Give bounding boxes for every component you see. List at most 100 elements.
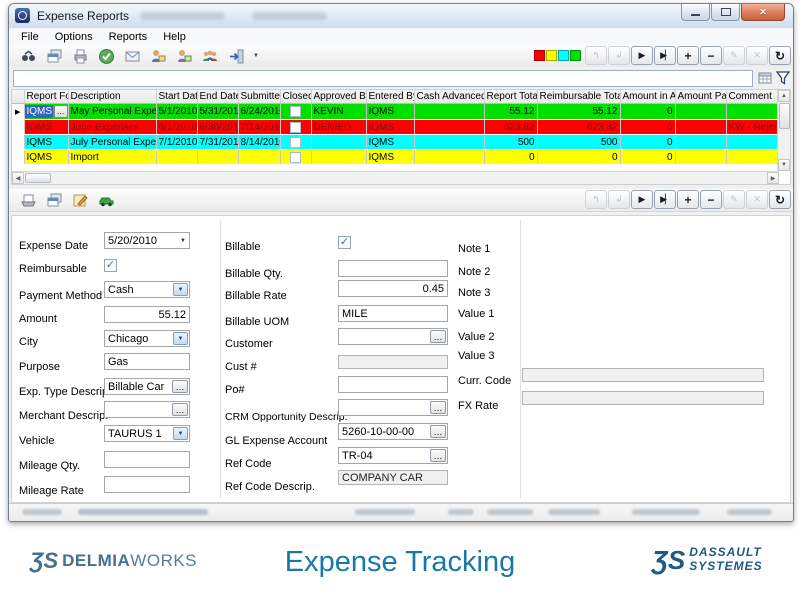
col-end-date[interactable]: End Date [197,90,238,104]
scroll-up-button[interactable]: ▲ [778,90,790,102]
print-button[interactable] [71,47,89,65]
col-reimbursable-total[interactable]: Reimbursable Total [537,90,620,104]
nav-cancel-button[interactable]: ✕ [746,190,768,209]
cash-advance-button[interactable] [175,47,193,65]
table-row[interactable]: IQMS Import IQMS 0 0 0 [12,150,778,165]
billable-qty-field[interactable] [338,260,448,277]
col-report-total[interactable]: Report Total [484,90,537,104]
grid-view-icon[interactable] [758,70,772,85]
col-closed[interactable]: Closed [280,90,311,104]
menu-file[interactable]: File [13,31,47,43]
reimbursable-checkbox[interactable]: ✓ [104,259,117,272]
col-entered-by[interactable]: Entered By [366,90,414,104]
email-button[interactable] [123,47,141,65]
nav-refresh-button[interactable]: ↻ [769,46,791,65]
nav-next-button[interactable]: ▶ [631,190,653,209]
minimize-button[interactable] [681,4,710,21]
exp-type-descrip-field[interactable]: Billable Car… [104,378,190,395]
scroll-right-button[interactable]: ▶ [767,172,779,184]
combo-dropdown-button[interactable]: ▼ [173,427,188,440]
city-combo[interactable]: Chicago▼ [104,330,190,347]
nav-delete-button[interactable]: − [700,46,722,65]
col-approved-by[interactable]: Approved By [311,90,366,104]
nav-cancel-button[interactable]: ✕ [746,46,768,65]
menu-reports[interactable]: Reports [101,31,156,43]
employee-button[interactable] [149,47,167,65]
cascade-windows-button[interactable] [45,191,63,209]
filter-input[interactable] [13,70,753,87]
ref-code-field[interactable]: TR-04… [338,447,448,464]
crm-opportunity-field[interactable]: … [338,399,448,416]
menu-options[interactable]: Options [47,31,101,43]
closed-checkbox[interactable] [290,152,301,163]
payment-method-combo[interactable]: Cash▼ [104,281,190,298]
nav-refresh-button[interactable]: ↻ [769,190,791,209]
col-amount-in-ap[interactable]: Amount in AP [620,90,675,104]
table-row[interactable]: ▶ IQMS… May Personal Expe 5/1/2010 5/31/… [12,104,778,120]
table-row[interactable]: IQMS June Expenses 6/1/2010 6/30/2010 7/… [12,120,778,135]
nav-prior-button[interactable]: ↲ [608,190,630,209]
nav-delete-button[interactable]: − [700,190,722,209]
billable-rate-field[interactable]: 0.45 [338,280,448,297]
nav-last-button[interactable]: ▶▏ [654,46,676,65]
table-row[interactable]: IQMS July Personal Exper 7/1/2010 7/31/2… [12,135,778,150]
billable-uom-field[interactable]: MILE [338,305,448,322]
ellipsis-button[interactable]: … [172,403,188,416]
nav-first-button[interactable]: ↰ [585,190,607,209]
scroll-thumb[interactable] [779,103,790,129]
col-submitted[interactable]: Submitted [238,90,280,104]
col-start-date[interactable]: Start Date [156,90,197,104]
nav-last-button[interactable]: ▶▏ [654,190,676,209]
scan-button[interactable] [19,191,37,209]
exit-button[interactable] [227,47,245,65]
ellipsis-button[interactable]: … [430,449,446,462]
gl-expense-account-field[interactable]: 5260-10-00-00… [338,423,448,440]
closed-checkbox[interactable] [290,106,301,117]
combo-dropdown-button[interactable]: ▼ [173,332,188,345]
nav-prior-button[interactable]: ↲ [608,46,630,65]
grid-horizontal-scrollbar[interactable]: ◀ ▶ [12,171,779,184]
grid-vertical-scrollbar[interactable]: ▲ ▼ [777,90,790,171]
ellipsis-button[interactable]: … [172,380,188,393]
filter-funnel-icon[interactable] [776,70,790,85]
menu-help[interactable]: Help [155,31,194,43]
nav-edit-button[interactable]: ✎ [723,46,745,65]
nav-next-button[interactable]: ▶ [631,46,653,65]
customer-field[interactable]: … [338,328,448,345]
titlebar[interactable]: Expense Reports ✕ [9,4,793,29]
approve-button[interactable] [97,47,115,65]
cell-ellipsis-button[interactable]: … [54,105,68,118]
nav-insert-button[interactable]: + [677,46,699,65]
combo-dropdown-button[interactable]: ▼ [173,283,188,296]
col-amount-paid[interactable]: Amount Paid [675,90,726,104]
expense-date-field[interactable]: 5/20/2010▼ [104,232,190,249]
po-number-field[interactable] [338,376,448,393]
ellipsis-button[interactable]: … [430,425,446,438]
amount-field[interactable]: 55.12 [104,306,190,323]
billable-checkbox[interactable]: ✓ [338,236,351,249]
closed-checkbox[interactable] [290,137,301,148]
purpose-field[interactable]: Gas [104,353,190,370]
col-report-for[interactable]: Report For [24,90,68,104]
vehicle-button[interactable] [97,191,115,209]
ellipsis-button[interactable]: … [430,401,446,414]
merchant-descrip-field[interactable]: … [104,401,190,418]
col-description[interactable]: Description [68,90,156,104]
edit-note-button[interactable] [71,191,89,209]
col-comment[interactable]: Comment [726,90,778,104]
groups-button[interactable] [201,47,219,65]
closed-checkbox[interactable] [290,122,301,133]
nav-first-button[interactable]: ↰ [585,46,607,65]
scroll-thumb[interactable] [25,173,51,183]
toolbar-overflow-caret[interactable]: ▼ [253,53,259,59]
find-button[interactable] [19,47,37,65]
mileage-qty-field[interactable] [104,451,190,468]
ellipsis-button[interactable]: … [430,330,446,343]
close-button[interactable]: ✕ [741,4,785,21]
nav-edit-button[interactable]: ✎ [723,190,745,209]
scroll-down-button[interactable]: ▼ [778,159,790,171]
vehicle-combo[interactable]: TAURUS 1▼ [104,425,190,442]
scroll-left-button[interactable]: ◀ [12,172,24,184]
cascade-windows-button[interactable] [45,47,63,65]
mileage-rate-field[interactable] [104,476,190,493]
